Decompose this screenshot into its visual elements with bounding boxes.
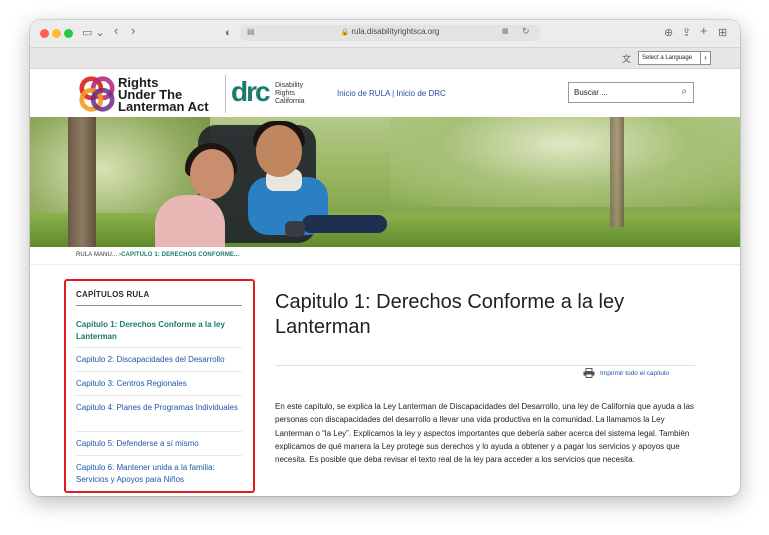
lock-icon: 🔒 xyxy=(340,29,350,36)
page-title: Capitulo 1: Derechos Conforme a la ley L… xyxy=(275,291,625,338)
intro-paragraph: En este capítulo, se explica la Ley Lant… xyxy=(275,402,694,465)
sidebar-item-chapter-4[interactable]: Capitulo 4: Planes de Programas Individu… xyxy=(76,402,242,414)
new-tab-icon[interactable]: + xyxy=(700,24,708,38)
search-input[interactable] xyxy=(574,86,669,98)
drc-home-link[interactable]: Inicio de DRC xyxy=(396,89,445,98)
rula-home-link[interactable]: Inicio de RULA xyxy=(337,89,390,98)
sidebar-item-chapter-5[interactable]: Capitulo 5: Defenderse a sí mismo xyxy=(76,438,242,450)
breadcrumb-divider xyxy=(30,264,740,265)
sidebar-separator xyxy=(76,431,242,432)
sidebar-separator xyxy=(76,371,242,372)
sidebar-title-rule xyxy=(76,305,242,306)
downloads-icon[interactable]: ⊕ xyxy=(664,26,673,40)
header-divider xyxy=(225,75,226,113)
breadcrumb-root[interactable]: RULA MANU... xyxy=(76,252,117,258)
header-links: Inicio de RULA | Inicio de DRC xyxy=(337,89,446,98)
search-box: ⌕ xyxy=(568,82,694,103)
share-icon[interactable]: ⇪ xyxy=(682,26,691,40)
translate-page-icon[interactable]: ▦ xyxy=(502,27,509,35)
chevron-right-icon: › xyxy=(700,52,710,64)
hero-image xyxy=(30,117,740,247)
breadcrumb: RULA MANU... ›CAPITULO 1: DERECHOS CONFO… xyxy=(76,252,239,258)
logo-line-3: Lanterman Act xyxy=(118,99,209,114)
sidebar-toggle-icon[interactable]: ▭ ⌄ xyxy=(82,26,105,40)
sidebar-title: CAPÍTULOS RULA xyxy=(76,290,150,299)
sidebar-item-chapter-2[interactable]: Capitulo 2: Discapacidades del Desarroll… xyxy=(76,354,242,366)
translate-icon: 文 xyxy=(622,54,632,64)
print-chapter-label: Imprimir todo el capitulo xyxy=(600,370,669,377)
close-window-button[interactable] xyxy=(40,29,49,38)
drc-tagline-line: Rights xyxy=(275,90,295,97)
back-icon[interactable]: ‹ xyxy=(114,24,118,38)
sidebar-item-chapter-1[interactable]: Capitulo 1: Derechos Conforme a la ley L… xyxy=(76,319,242,343)
title-divider xyxy=(275,365,695,366)
drc-logo[interactable]: drc xyxy=(231,76,271,108)
browser-toolbar: ▭ ⌄ ‹ › ◐ ▤ 🔒 rula.disabilityrightsca.org… xyxy=(30,20,740,48)
drc-tagline: Disability Rights California xyxy=(275,82,305,106)
minimize-window-button[interactable] xyxy=(52,29,61,38)
tab-overview-icon[interactable]: ⊞ xyxy=(718,26,727,40)
language-select-label: Select a Language xyxy=(642,55,693,61)
chapters-sidebar: CAPÍTULOS RULA Capitulo 1: Derechos Conf… xyxy=(64,279,255,493)
site-header: Rights Under The Lanterman Act drc Disab… xyxy=(30,69,740,117)
forward-icon[interactable]: › xyxy=(131,24,135,38)
printer-icon xyxy=(583,368,595,378)
browser-window: ▭ ⌄ ‹ › ◐ ▤ 🔒 rula.disabilityrightsca.org… xyxy=(30,20,740,496)
language-select[interactable]: Select a Language › xyxy=(638,51,711,65)
drc-tagline-line: Disability xyxy=(275,82,304,89)
language-bar: 文 Select a Language › xyxy=(30,48,740,69)
search-icon[interactable]: ⌕ xyxy=(681,86,687,97)
sidebar-item-chapter-3[interactable]: Capitulo 3: Centros Regionales xyxy=(76,378,242,390)
url-text: rula.disabilityrightsca.org xyxy=(351,27,440,36)
breadcrumb-current: CAPITULO 1: DERECHOS CONFORME... xyxy=(121,252,240,258)
reload-icon[interactable]: ↻ xyxy=(522,26,530,37)
privacy-shield-icon[interactable]: ◐ xyxy=(225,26,232,40)
sidebar-separator xyxy=(76,347,242,348)
sidebar-separator xyxy=(76,455,242,456)
address-bar[interactable]: ▤ 🔒 rula.disabilityrightsca.org ▦ ↻ xyxy=(240,25,540,41)
sidebar-separator xyxy=(76,395,242,396)
zoom-window-button[interactable] xyxy=(64,29,73,38)
rula-logo-icon[interactable] xyxy=(78,75,116,113)
rula-logo-text[interactable]: Rights Under The Lanterman Act xyxy=(118,76,209,114)
sidebar-item-chapter-6[interactable]: Capitulo 6: Mantener unida a la familia:… xyxy=(76,462,242,486)
drc-tagline-line: California xyxy=(275,98,305,105)
print-chapter-link[interactable]: Imprimir todo el capitulo xyxy=(583,368,669,378)
